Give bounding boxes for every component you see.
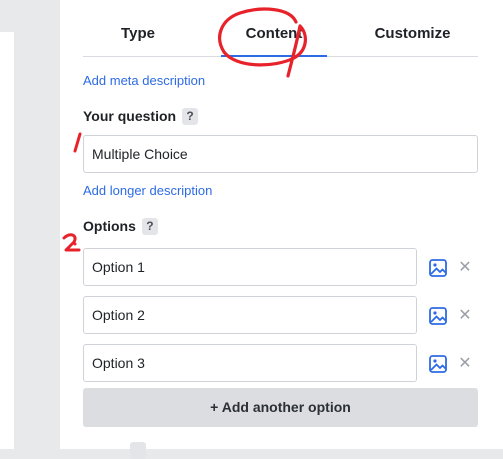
options-help-icon[interactable]: ? (141, 218, 158, 235)
image-icon[interactable] (428, 306, 448, 326)
image-icon[interactable] (428, 258, 448, 278)
background-card (0, 32, 14, 449)
settings-tabs: Type Content Customize (83, 0, 478, 57)
question-label-text: Your question (83, 108, 177, 124)
question-help-icon[interactable]: ? (182, 108, 199, 125)
options-label: Options? (83, 218, 158, 235)
remove-option-2-button[interactable]: ✕ (457, 308, 473, 324)
active-tab-indicator (221, 55, 327, 57)
add-meta-description-link[interactable]: Add meta description (83, 73, 205, 88)
question-label: Your question? (83, 108, 199, 125)
option-input-3[interactable]: Option 3 (83, 344, 417, 382)
option-input-2[interactable]: Option 2 (83, 296, 417, 334)
question-input[interactable]: Multiple Choice (83, 135, 478, 173)
question-settings-panel: Type Content Customize Add meta descript… (60, 0, 503, 459)
add-longer-description-link[interactable]: Add longer description (83, 183, 212, 198)
tab-type[interactable]: Type (83, 22, 193, 46)
remove-option-3-button[interactable]: ✕ (457, 356, 473, 372)
option-input-1[interactable]: Option 1 (83, 248, 417, 286)
add-another-option-button[interactable]: + Add another option (83, 388, 478, 427)
cutoff-help-icon (130, 442, 146, 459)
remove-option-1-button[interactable]: ✕ (457, 260, 473, 276)
image-icon[interactable] (428, 354, 448, 374)
options-label-text: Options (83, 218, 136, 234)
tab-content[interactable]: Content (221, 22, 327, 46)
tab-customize[interactable]: Customize (347, 22, 478, 46)
